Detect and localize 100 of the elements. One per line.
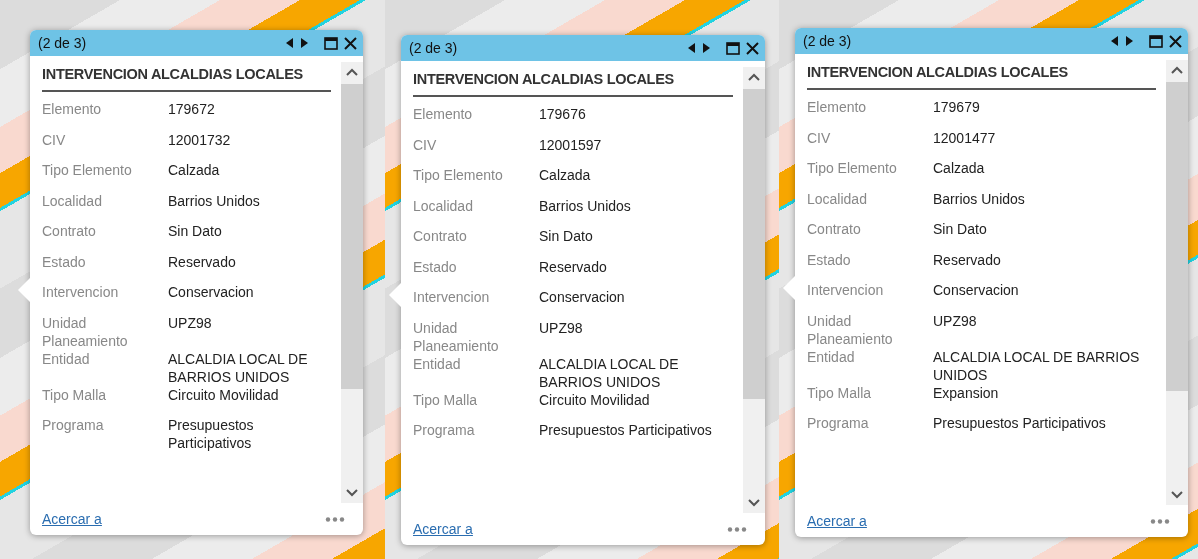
next-icon[interactable] — [1125, 36, 1133, 46]
field-value: Calzada — [168, 161, 221, 179]
scrollbar-thumb[interactable] — [743, 89, 765, 399]
field-value: UPZ98 — [933, 311, 978, 330]
field-value: Circuito Movilidad — [539, 390, 651, 409]
field-label: Unidad Planeamiento — [413, 318, 500, 355]
field-value: Sin Dato — [539, 227, 594, 245]
field-value: Barrios Unidos — [539, 196, 632, 215]
scrollbar[interactable] — [743, 67, 765, 513]
maximize-icon[interactable] — [726, 41, 740, 55]
field-value: 179679 — [933, 98, 981, 116]
field-label: Estado — [807, 250, 852, 269]
field-label: Entidad — [413, 354, 462, 373]
field-label: Elemento — [807, 98, 868, 116]
scroll-down-icon[interactable] — [346, 489, 358, 497]
field-label: Unidad Planeamiento — [42, 313, 129, 350]
popup-title: INTERVENCION ALCALDIAS LOCALES — [42, 62, 331, 92]
field-label: Estado — [42, 252, 87, 271]
field-label: Tipo Elemento — [807, 159, 898, 177]
zoom-link[interactable]: Acercar a — [413, 521, 473, 537]
maximize-icon[interactable] — [324, 36, 338, 50]
field-value: 179676 — [539, 105, 587, 123]
close-icon[interactable] — [1169, 34, 1182, 48]
field-value: Presupuestos Participativos — [539, 421, 713, 439]
field-value: Circuito Movilidad — [168, 385, 280, 404]
field-value: Reservado — [168, 252, 237, 271]
next-icon[interactable] — [702, 43, 710, 53]
scroll-up-icon[interactable] — [1171, 66, 1183, 74]
zoom-link[interactable]: Acercar a — [807, 513, 867, 529]
field-label: CIV — [807, 128, 832, 147]
field-value: ALCALDIA LOCAL DE BARRIOS UNIDOS — [933, 347, 1141, 384]
pager-text: (2 de 3) — [38, 35, 88, 51]
popup-title: INTERVENCION ALCALDIAS LOCALES — [807, 60, 1156, 90]
more-icon[interactable] — [1150, 518, 1170, 524]
pager-text: (2 de 3) — [409, 40, 459, 56]
field-value: Barrios Unidos — [168, 191, 261, 210]
field-label: Entidad — [807, 347, 856, 366]
field-label: Tipo Malla — [807, 383, 873, 402]
field-label: Localidad — [413, 196, 474, 215]
close-icon[interactable] — [746, 41, 759, 55]
field-label: Intervencion — [807, 281, 885, 299]
field-label: Contrato — [807, 220, 862, 238]
field-label: Intervencion — [413, 288, 491, 306]
field-value: 179672 — [168, 100, 216, 118]
field-label: Tipo Malla — [413, 390, 479, 409]
field-value: ALCALDIA LOCAL DE BARRIOS UNIDOS — [539, 354, 680, 391]
field-label: Elemento — [413, 105, 474, 123]
more-icon[interactable] — [727, 526, 747, 532]
field-value: Sin Dato — [168, 222, 223, 240]
field-value: Conservacion — [539, 288, 626, 306]
scrollbar[interactable] — [341, 62, 363, 503]
next-icon[interactable] — [300, 38, 308, 48]
pager-text: (2 de 3) — [803, 33, 853, 49]
scroll-down-icon[interactable] — [1171, 491, 1183, 499]
scrollbar[interactable] — [1166, 60, 1188, 505]
close-icon[interactable] — [344, 36, 357, 50]
scrollbar-thumb[interactable] — [1166, 82, 1188, 391]
field-label: Programa — [807, 414, 870, 432]
more-icon[interactable] — [325, 516, 345, 522]
field-value: Barrios Unidos — [933, 189, 1026, 208]
scroll-up-icon[interactable] — [346, 68, 358, 76]
field-label: Entidad — [42, 349, 91, 368]
field-value: 12001597 — [539, 135, 603, 154]
field-label: CIV — [42, 130, 67, 149]
field-value: Conservacion — [168, 283, 255, 301]
field-label: Tipo Elemento — [42, 161, 133, 179]
field-value: UPZ98 — [539, 318, 584, 337]
field-value: Presupuestos Participativos — [168, 416, 255, 452]
field-value: ALCALDIA LOCAL DE BARRIOS UNIDOS — [168, 349, 309, 386]
previous-icon[interactable] — [688, 43, 696, 53]
field-label: Programa — [42, 416, 105, 434]
field-value: UPZ98 — [168, 313, 213, 332]
field-label: Programa — [413, 421, 476, 439]
field-label: Contrato — [42, 222, 97, 240]
field-label: CIV — [413, 135, 438, 154]
popup-title: INTERVENCION ALCALDIAS LOCALES — [413, 67, 733, 97]
field-value: 12001732 — [168, 130, 232, 149]
field-value: Calzada — [539, 166, 592, 184]
zoom-link[interactable]: Acercar a — [42, 511, 102, 527]
previous-icon[interactable] — [1111, 36, 1119, 46]
field-label: Tipo Malla — [42, 385, 108, 404]
field-label: Localidad — [807, 189, 868, 208]
scrollbar-thumb[interactable] — [341, 84, 363, 389]
field-label: Estado — [413, 257, 458, 276]
field-label: Unidad Planeamiento — [807, 311, 894, 348]
field-label: Intervencion — [42, 283, 120, 301]
maximize-icon[interactable] — [1149, 34, 1163, 48]
field-value: Conservacion — [933, 281, 1020, 299]
scroll-down-icon[interactable] — [748, 499, 760, 507]
field-value: Reservado — [539, 257, 608, 276]
field-value: 12001477 — [933, 128, 997, 147]
field-value: Presupuestos Participativos — [933, 414, 1107, 432]
field-label: Elemento — [42, 100, 103, 118]
scroll-up-icon[interactable] — [748, 73, 760, 81]
field-label: Localidad — [42, 191, 103, 210]
field-value: Expansion — [933, 383, 1000, 402]
field-value: Sin Dato — [933, 220, 988, 238]
field-label: Contrato — [413, 227, 468, 245]
field-value: Reservado — [933, 250, 1002, 269]
previous-icon[interactable] — [286, 38, 294, 48]
